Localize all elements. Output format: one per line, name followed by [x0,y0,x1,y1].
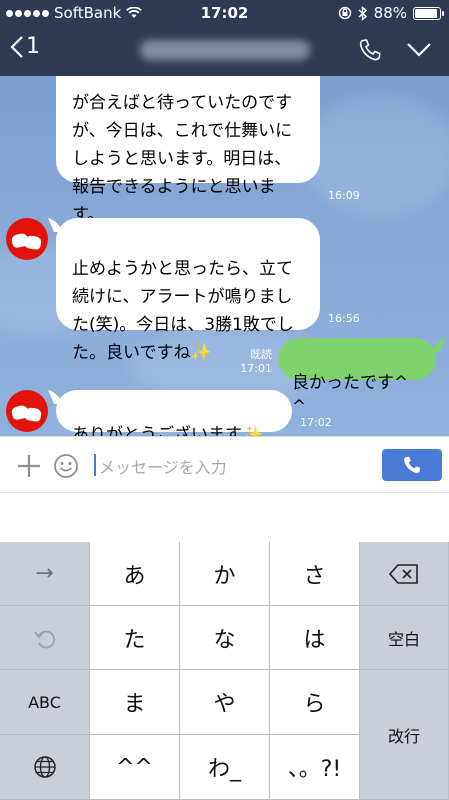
globe-icon [33,756,56,778]
key-na[interactable]: な [180,606,270,670]
backspace-icon [389,563,418,584]
key-sa[interactable]: さ [270,542,360,606]
key-ta[interactable]: た [90,606,180,670]
emoji-icon[interactable] [53,453,79,479]
message-bubble[interactable]: 止めようかと思ったら、立て続けに、アラートが鳴りました(笑)。今日は、3勝1敗で… [56,218,320,363]
message-bubble[interactable]: が合えばと待っていたのですが、今日は、これで仕舞いにしようと思います。明日は、報… [56,76,320,225]
message-text: が合えばと待っていたのですが、今日は、これで仕舞いにしようと思います。明日は、報… [72,93,293,225]
status-bar: SoftBank 17:02 88% [0,0,449,26]
battery-icon [413,6,444,20]
chevron-down-icon[interactable] [406,42,432,58]
plus-icon[interactable] [16,453,42,479]
key-ha[interactable]: は [270,606,360,670]
message-input[interactable]: メッセージを入力 [99,454,227,478]
keyboard: → あ か さ た な は 空白 ABC ま や ら 改行 ^^ わ_ 、。?! [0,542,449,800]
key-abc[interactable]: ABC [0,670,90,735]
unread-count: 1 [26,34,40,59]
text-cursor [94,454,96,476]
key-ma[interactable]: ま [90,670,180,735]
undo-icon [33,630,55,648]
bubble-tail [432,338,446,352]
bluetooth-icon [358,5,367,21]
battery-percent: 88% [373,4,407,22]
phone-icon [404,456,421,473]
input-spacer [0,492,449,542]
message-time: 17:02 [300,416,332,429]
avatar[interactable] [6,390,48,432]
message-input-bar: メッセージを入力 [0,436,449,492]
key-a[interactable]: あ [90,542,180,606]
key-space[interactable]: 空白 [360,606,449,670]
chat-title-blurred [140,40,310,60]
key-next-candidate[interactable]: → [0,542,90,606]
key-return[interactable]: 改行 [360,670,449,800]
avatar[interactable] [6,218,48,260]
key-undo[interactable] [0,606,90,670]
key-wa[interactable]: わ_ [180,735,270,800]
key-globe[interactable] [0,735,90,800]
key-emoticon[interactable]: ^^ [90,735,180,800]
back-button[interactable]: 1 [10,34,40,59]
key-ka[interactable]: か [180,542,270,606]
key-ya[interactable]: や [180,670,270,735]
rotation-lock-icon [338,6,351,20]
message-time: 16:56 [328,312,360,325]
message-time: 16:09 [328,189,360,202]
phone-icon[interactable] [358,38,382,62]
key-ra[interactable]: ら [270,670,360,735]
message-text: 良かったです^ ^ [292,373,409,417]
call-button[interactable] [382,449,442,481]
chat-area[interactable]: が合えばと待っていたのですが、今日は、これで仕舞いにしようと思います。明日は、報… [0,76,449,436]
chat-header: 1 [0,26,449,76]
message-bubble[interactable]: ありがとうございます✨ [56,390,292,436]
read-receipt: 既読 17:01 [240,348,272,375]
message-text: ありがとうございます✨ [72,425,264,436]
my-message-bubble[interactable]: 良かったです^ ^ [278,338,436,417]
key-delete[interactable] [360,542,449,606]
chevron-left-icon [10,35,23,58]
key-punctuation[interactable]: 、。?! [270,735,360,800]
